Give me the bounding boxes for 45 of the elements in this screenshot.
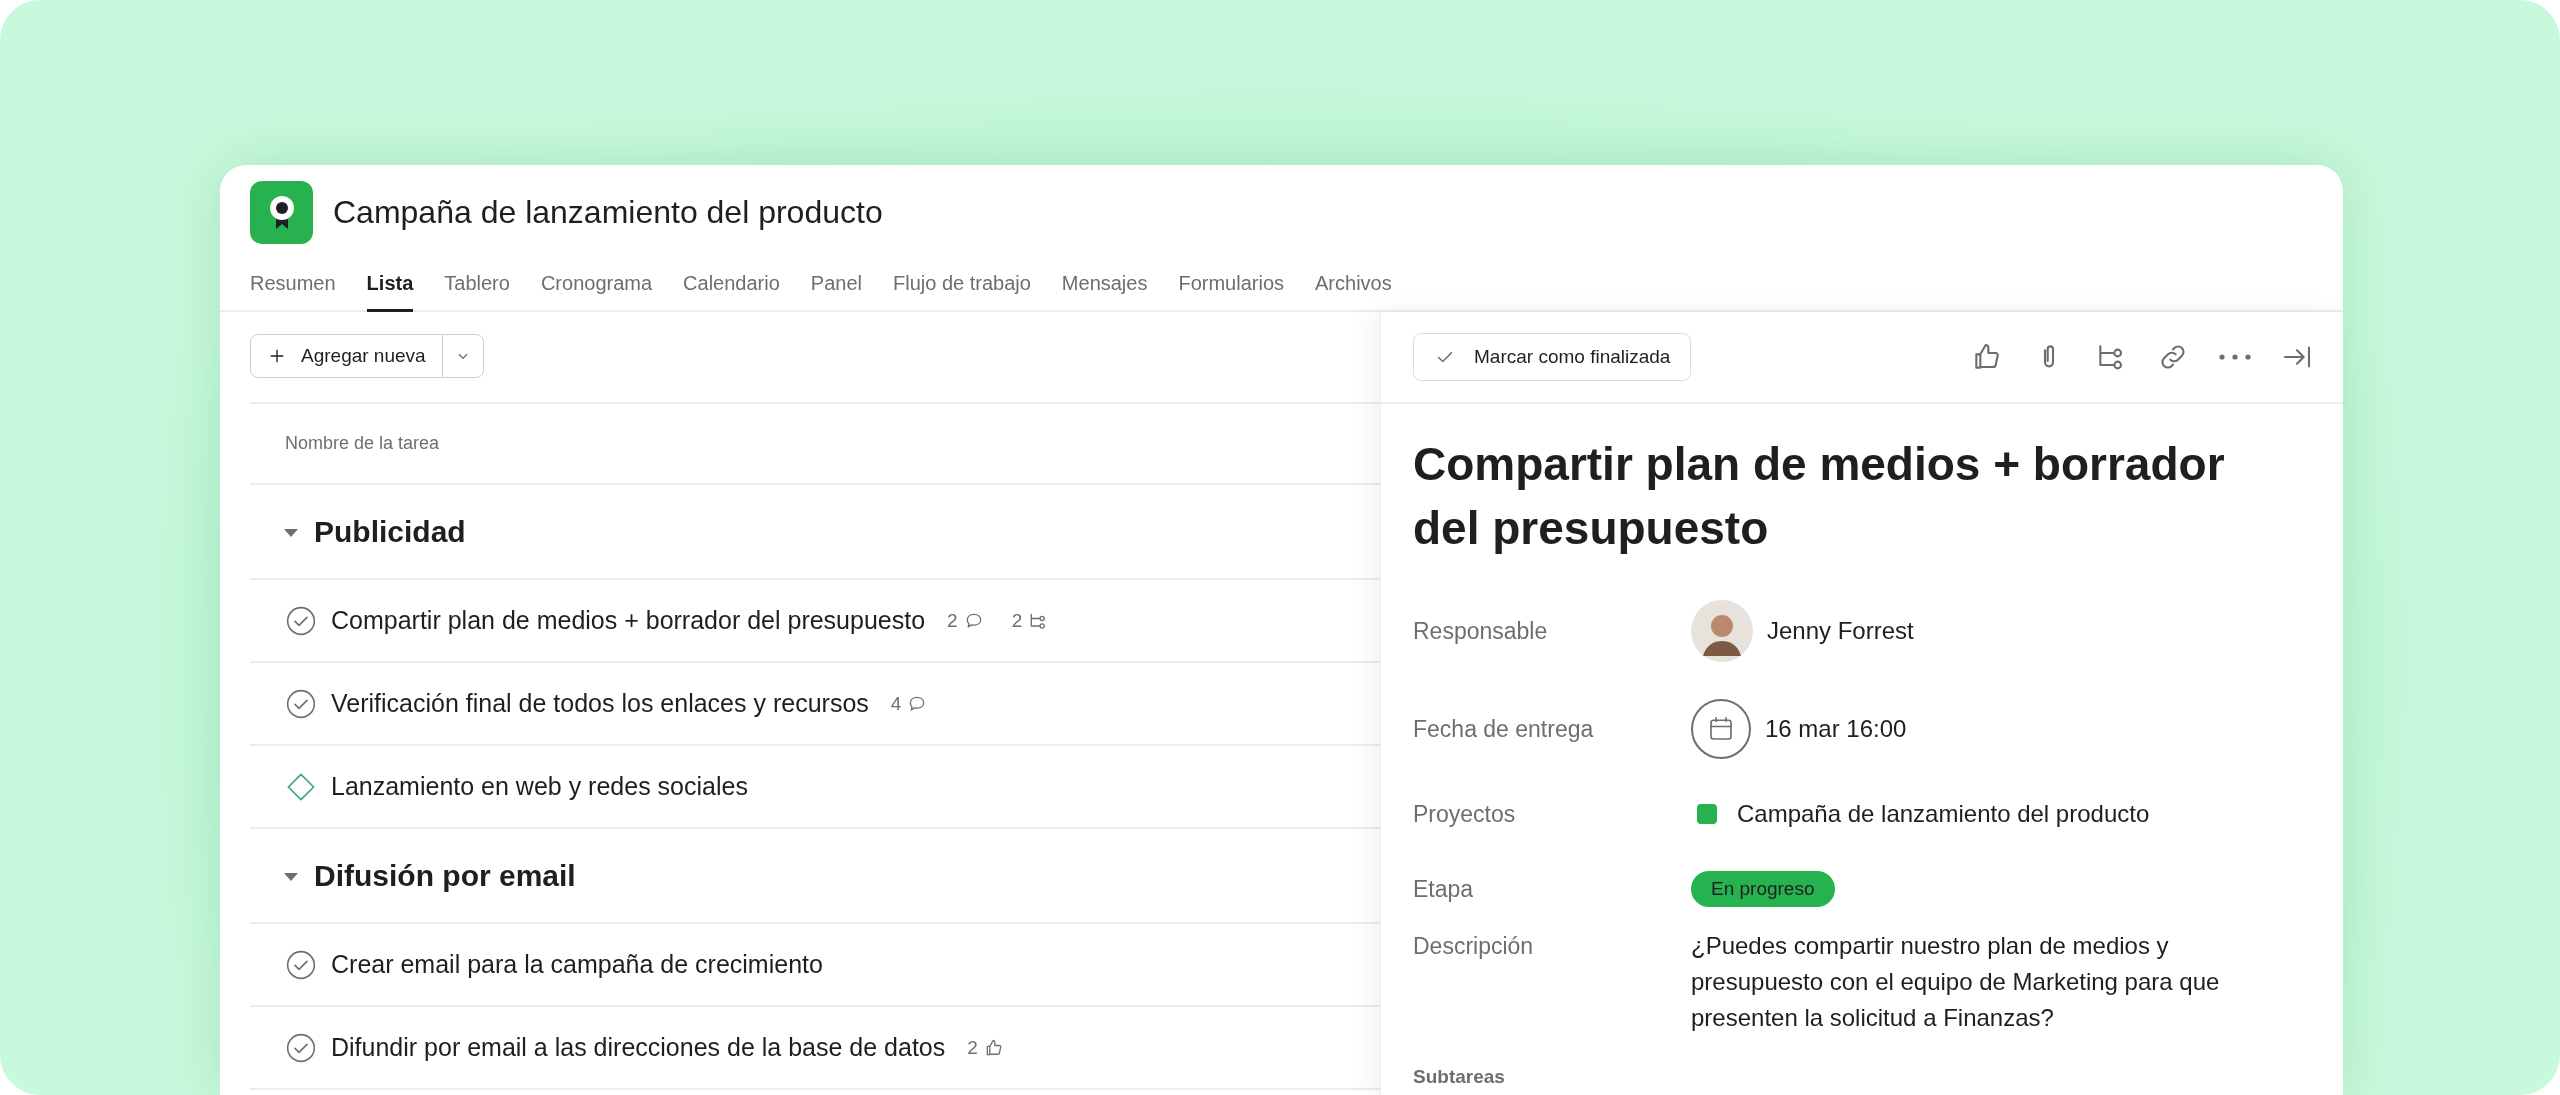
more-button[interactable] — [2219, 354, 2251, 360]
subtasks-label: Subtareas — [1413, 1066, 1506, 1088]
tab[interactable]: Cronograma — [540, 262, 653, 312]
add-new-button[interactable]: Agregar nueva — [251, 335, 443, 377]
more-icon — [2219, 354, 2251, 360]
avatar — [1691, 600, 1753, 662]
column-header: Nombre de la tarea — [285, 433, 440, 454]
count: 2 — [1011, 609, 1023, 632]
description-text: ¿Puedes compartir nuestro plan de medios y presupuesto con el equipo de Marketing para que presenten la solicitud a Finanzas? — [1691, 931, 2221, 1033]
count: 4 — [890, 692, 902, 715]
count: 2 — [967, 1036, 978, 1059]
check-circle-icon — [285, 948, 317, 981]
tab[interactable]: Calendario — [683, 262, 780, 312]
task-name[interactable]: Crear email para la campaña de crecimiento — [331, 950, 823, 979]
task-name[interactable]: Difundir por email a las direcciones de la base de datos — [331, 1033, 946, 1062]
check-circle-icon — [285, 604, 317, 637]
task-name[interactable]: Lanzamiento en web y redes sociales — [331, 772, 748, 801]
project-name[interactable]: Campaña de lanzamiento del producto — [1737, 796, 2150, 832]
section-title: Publicidad — [314, 514, 466, 549]
tab[interactable]: Tablero — [444, 262, 510, 312]
task-title: Compartir plan de medios + borrador del presupuesto — [1413, 437, 2226, 556]
field-label: Descripción — [1413, 932, 1535, 961]
field-label: Proyectos — [1413, 800, 1517, 828]
field-label: Fecha de entrega — [1413, 715, 1595, 743]
count: 2 — [947, 609, 958, 632]
tab[interactable]: Panel — [810, 262, 862, 312]
tab[interactable]: Flujo de trabajo — [892, 262, 1031, 312]
check-circle-icon — [285, 1031, 317, 1064]
due-date: 16 mar 16:00 — [1765, 714, 1907, 744]
task-name[interactable]: Compartir plan de medios + borrador del presupuesto — [331, 606, 926, 635]
assignee-name: Jenny Forrest — [1767, 616, 1914, 646]
check-circle-icon — [285, 687, 317, 720]
stage-tag[interactable]: En progreso — [1691, 871, 1835, 907]
calendar-icon[interactable] — [1691, 699, 1751, 759]
tab[interactable]: Formularios — [1178, 262, 1285, 312]
section-title: Difusión por email — [314, 858, 576, 893]
field-label: Etapa — [1413, 875, 1475, 903]
project-title: Campaña de lanzamiento del producto — [333, 194, 883, 231]
field-label: Responsable — [1413, 617, 1549, 645]
task-name[interactable]: Verificación final de todos los enlaces y recursos — [331, 689, 869, 718]
tab[interactable]: Archivos — [1315, 262, 1392, 312]
tab[interactable]: Resumen — [250, 262, 336, 312]
tab[interactable]: Mensajes — [1061, 262, 1148, 312]
tab[interactable]: Lista — [366, 262, 414, 312]
mark-complete-button[interactable]: Marcar como finalizada — [1413, 333, 1692, 381]
